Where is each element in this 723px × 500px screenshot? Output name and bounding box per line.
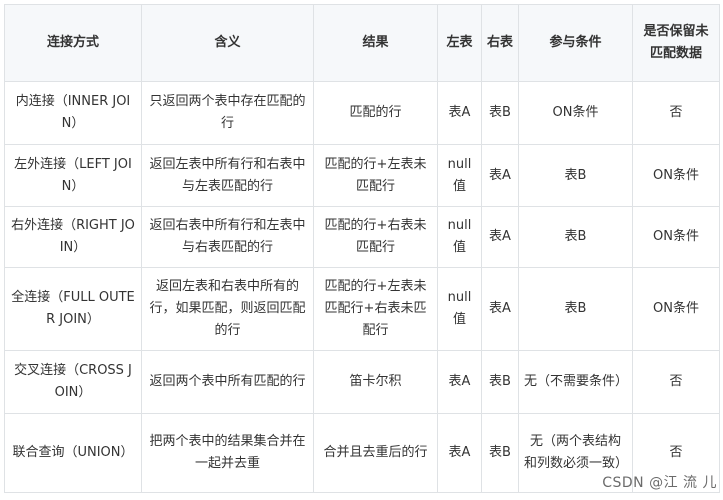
cell-join-type: 联合查询（UNION） [4, 413, 142, 493]
cell-result: 匹配的行 [313, 81, 438, 145]
table-row: 左外连接（LEFT JOIN） 返回左表中所有行和右表中与左表匹配的行 匹配的行… [4, 144, 720, 207]
cell-condition: 无（不需要条件） [518, 350, 633, 414]
cell-left-table: 表A [437, 81, 482, 145]
table-row: 内连接（INNER JOIN） 只返回两个表中存在匹配的行 匹配的行 表A 表B… [4, 81, 720, 145]
cell-condition: 表B [518, 267, 633, 351]
header-meaning: 含义 [141, 4, 314, 82]
cell-right-table: 表B [481, 81, 519, 145]
cell-condition: 表B [518, 144, 633, 207]
header-result: 结果 [313, 4, 438, 82]
cell-condition: ON条件 [518, 81, 633, 145]
cell-meaning: 返回两个表中所有匹配的行 [141, 350, 314, 414]
cell-meaning: 返回右表中所有行和左表中与右表匹配的行 [141, 206, 314, 268]
cell-join-type: 内连接（INNER JOIN） [4, 81, 142, 145]
cell-keep-unmatched: ON条件 [632, 144, 720, 207]
cell-result: 合并且去重后的行 [313, 413, 438, 493]
table-header-row: 连接方式 含义 结果 左表 右表 参与条件 是否保留未匹配数据 [4, 4, 720, 82]
cell-left-table: 表A [437, 413, 482, 493]
cell-result: 匹配的行+左表未匹配行+右表未匹配行 [313, 267, 438, 351]
cell-meaning: 返回左表中所有行和右表中与左表匹配的行 [141, 144, 314, 207]
header-join-type: 连接方式 [4, 4, 142, 82]
csdn-watermark: CSDN @江 流 儿 [602, 475, 717, 491]
cell-result: 匹配的行+左表未匹配行 [313, 144, 438, 207]
cell-right-table: 表A [481, 267, 519, 351]
cell-right-table: 表B [481, 413, 519, 493]
cell-meaning: 返回左表和右表中所有的行，如果匹配，则返回匹配的行 [141, 267, 314, 351]
cell-join-type: 左外连接（LEFT JOIN） [4, 144, 142, 207]
cell-condition: 表B [518, 206, 633, 268]
cell-result: 笛卡尔积 [313, 350, 438, 414]
cell-left-table: null值 [437, 267, 482, 351]
cell-join-type: 全连接（FULL OUTER JOIN） [4, 267, 142, 351]
header-keep-unmatched: 是否保留未匹配数据 [632, 4, 720, 82]
cell-keep-unmatched: ON条件 [632, 267, 720, 351]
cell-right-table: 表A [481, 144, 519, 207]
cell-keep-unmatched: 否 [632, 350, 720, 414]
cell-meaning: 把两个表中的结果集合并在一起并去重 [141, 413, 314, 493]
cell-join-type: 交叉连接（CROSS JOIN） [4, 350, 142, 414]
cell-keep-unmatched: 否 [632, 81, 720, 145]
table-row: 右外连接（RIGHT JOIN） 返回右表中所有行和左表中与右表匹配的行 匹配的… [4, 206, 720, 268]
cell-left-table: null值 [437, 206, 482, 268]
cell-left-table: null值 [437, 144, 482, 207]
cell-keep-unmatched: ON条件 [632, 206, 720, 268]
header-left-table: 左表 [437, 4, 482, 82]
header-condition: 参与条件 [518, 4, 633, 82]
header-right-table: 右表 [481, 4, 519, 82]
cell-join-type: 右外连接（RIGHT JOIN） [4, 206, 142, 268]
table-row: 全连接（FULL OUTER JOIN） 返回左表和右表中所有的行，如果匹配，则… [4, 267, 720, 351]
cell-meaning: 只返回两个表中存在匹配的行 [141, 81, 314, 145]
table-row: 交叉连接（CROSS JOIN） 返回两个表中所有匹配的行 笛卡尔积 表A 表B… [4, 350, 720, 414]
cell-left-table: 表A [437, 350, 482, 414]
cell-result: 匹配的行+右表未匹配行 [313, 206, 438, 268]
cell-right-table: 表B [481, 350, 519, 414]
cell-right-table: 表A [481, 206, 519, 268]
join-types-table: 连接方式 含义 结果 左表 右表 参与条件 是否保留未匹配数据 内连接（INNE… [4, 4, 720, 493]
